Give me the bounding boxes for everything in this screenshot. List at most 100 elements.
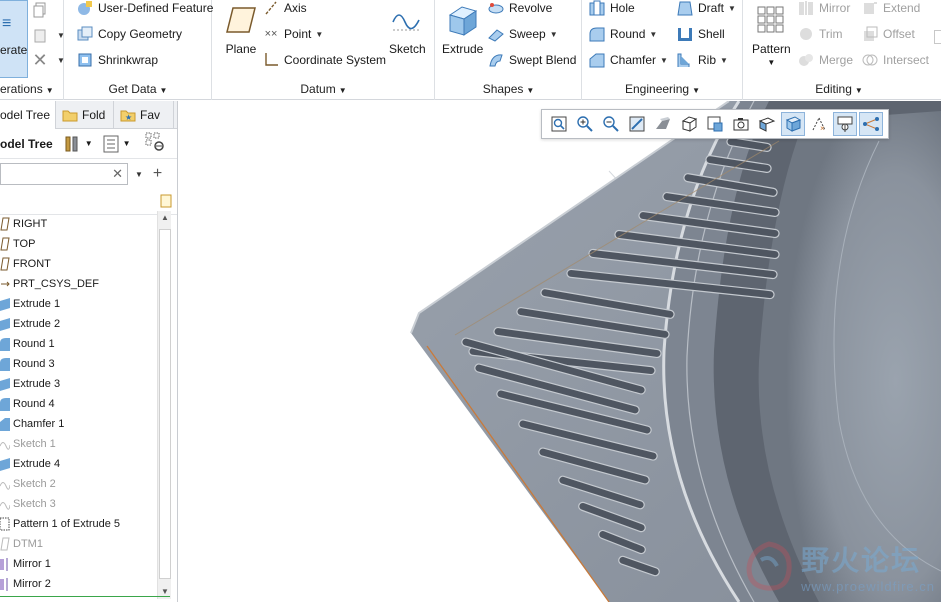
tree-item[interactable]: Extrude 4 xyxy=(0,454,156,474)
search-dropdown-button[interactable]: ▼ xyxy=(135,170,143,179)
tree-item[interactable]: Sketch 1 xyxy=(0,434,156,454)
delete-button[interactable]: ✕ ▼ xyxy=(32,50,64,70)
section-button[interactable] xyxy=(755,112,779,136)
datum-label[interactable]: Datum ▼ xyxy=(213,82,434,96)
tree-item[interactable]: Sketch 2 xyxy=(0,474,156,494)
axis-button[interactable]: Axis xyxy=(263,0,307,18)
mirror-button[interactable]: Mirror xyxy=(798,0,850,18)
copy-button[interactable] xyxy=(32,0,53,20)
extrude-button[interactable]: Extrude xyxy=(442,2,483,56)
sketch-icon xyxy=(0,497,11,511)
tree-item[interactable]: FRONT xyxy=(0,254,156,274)
datum-plane-icon xyxy=(0,537,10,551)
chamfer-icon xyxy=(589,52,605,68)
chamfer-button[interactable]: Chamfer ▼ xyxy=(589,50,668,70)
engineering-label[interactable]: Engineering ▼ xyxy=(583,82,742,96)
tree-item[interactable]: Sketch 3 xyxy=(0,494,156,514)
tree-item[interactable]: TOP xyxy=(0,234,156,254)
user-defined-feature-button[interactable]: User-Defined Feature xyxy=(77,0,213,18)
scroll-up-icon[interactable]: ▲ xyxy=(158,211,172,225)
offset-button[interactable]: Offset xyxy=(862,24,915,44)
repaint-button[interactable] xyxy=(625,112,649,136)
shell-button[interactable]: Shell xyxy=(677,24,725,44)
zoom-in-icon xyxy=(577,116,593,132)
operations-label[interactable]: erations ▼ xyxy=(0,82,63,96)
tab-model-tree[interactable]: odel Tree xyxy=(0,101,56,129)
datum-point-display-button[interactable] xyxy=(859,112,883,136)
tree-item[interactable]: Round 3 xyxy=(0,354,156,374)
paste-button[interactable]: ▼ xyxy=(32,25,65,45)
graphics-viewport[interactable]: × 野火论坛 www.proewildfire.cn xyxy=(179,101,941,602)
show-button[interactable]: ▼ xyxy=(103,135,131,153)
coordinate-system-button[interactable]: Coordinate System xyxy=(263,50,386,70)
search-input[interactable] xyxy=(1,164,109,184)
annotation-display-button[interactable]: × xyxy=(807,112,831,136)
model-tree-title: odel Tree xyxy=(0,136,53,151)
datum-plane-icon xyxy=(0,237,10,251)
round-button[interactable]: Round ▼ xyxy=(589,24,657,44)
tree-item[interactable]: Extrude 1 xyxy=(0,294,156,314)
csys-icon xyxy=(263,52,279,68)
shell-icon xyxy=(677,26,693,42)
tree-item[interactable]: DTM1 xyxy=(0,534,156,554)
regenerate-button[interactable]: ≡ erate xyxy=(0,0,28,78)
pattern-button[interactable]: Pattern ▼ xyxy=(752,2,791,67)
tree-item[interactable]: Pattern 1 of Extrude 5 xyxy=(0,514,156,534)
display-style-button[interactable] xyxy=(651,112,675,136)
revolve-button[interactable]: Revolve xyxy=(488,0,552,18)
zoom-out-button[interactable] xyxy=(599,112,623,136)
axis-icon xyxy=(263,0,279,16)
tree-item[interactable]: Chamfer 1 xyxy=(0,414,156,434)
round-icon xyxy=(0,357,10,371)
tree-item[interactable]: Extrude 2 xyxy=(0,314,156,334)
rib-button[interactable]: Rib ▼ xyxy=(677,50,728,70)
shapes-label[interactable]: Shapes ▼ xyxy=(436,82,581,96)
merge-button[interactable]: Merge xyxy=(798,50,853,70)
sweep-button[interactable]: Sweep ▼ xyxy=(488,24,558,44)
settings-button[interactable]: ▼ xyxy=(63,135,93,153)
tab-favorites[interactable]: ★ Fav xyxy=(114,101,174,129)
editing-label[interactable]: Editing ▼ xyxy=(744,82,934,96)
tree-item[interactable]: Round 4 xyxy=(0,394,156,414)
clear-icon[interactable]: ✕ xyxy=(112,166,123,182)
add-filter-button[interactable]: + xyxy=(153,165,162,183)
watermark-url: www.proewildfire.cn xyxy=(801,578,935,594)
shrinkwrap-button[interactable]: Shrinkwrap xyxy=(77,50,158,70)
tree-filter-button[interactable] xyxy=(145,132,167,155)
tree-scrollbar[interactable]: ▲ ▼ xyxy=(157,211,171,599)
sketch-button[interactable]: Sketch xyxy=(389,2,426,56)
swept-blend-button[interactable]: Swept Blend xyxy=(488,50,576,70)
model-tree-panel: odel Tree Fold ★ Fav odel Tree ▼ ▼ ✕ ▼ + xyxy=(0,101,178,602)
point-button[interactable]: ×× Point ▼ xyxy=(263,24,324,44)
datum-display-button[interactable] xyxy=(781,112,805,136)
tree-item[interactable]: Mirror 2 xyxy=(0,574,156,594)
tools-icon xyxy=(65,136,78,151)
draft-button[interactable]: Draft ▼ xyxy=(677,0,736,18)
tree-item[interactable]: PRT_CSYS_DEF xyxy=(0,274,156,294)
intersect-button[interactable]: Intersect xyxy=(862,50,929,70)
chamfer-icon xyxy=(0,417,10,431)
tree-item[interactable]: Extrude 3 xyxy=(0,374,156,394)
tree-item[interactable]: Mirror 1 xyxy=(0,554,156,574)
scroll-thumb[interactable] xyxy=(159,229,171,579)
extend-button[interactable]: Extend xyxy=(862,0,920,18)
refit-button[interactable] xyxy=(547,112,571,136)
trim-button[interactable]: Trim xyxy=(798,24,843,44)
hole-button[interactable]: Hole xyxy=(589,0,635,18)
group-engineering: Hole Round ▼ Chamfer ▼ Draft ▼ Shell Rib ▼ E… xyxy=(583,0,743,100)
perspective-view-button[interactable] xyxy=(729,112,753,136)
tree-item[interactable]: RIGHT xyxy=(0,214,156,234)
mirror-icon xyxy=(798,0,814,16)
view-manager-button[interactable] xyxy=(703,112,727,136)
saved-orientations-button[interactable] xyxy=(677,112,701,136)
round-icon xyxy=(0,337,10,351)
plane-button[interactable]: Plane xyxy=(223,2,259,56)
spin-center-button[interactable] xyxy=(833,112,857,136)
tab-folder-browser[interactable]: Fold xyxy=(56,101,114,129)
zoom-in-button[interactable] xyxy=(573,112,597,136)
column-settings-icon[interactable] xyxy=(160,194,172,208)
copy-geometry-button[interactable]: Copy Geometry xyxy=(77,24,182,44)
tree-item[interactable]: Round 1 xyxy=(0,334,156,354)
get-data-label[interactable]: Get Data ▼ xyxy=(65,82,211,96)
folder-icon xyxy=(62,110,78,122)
